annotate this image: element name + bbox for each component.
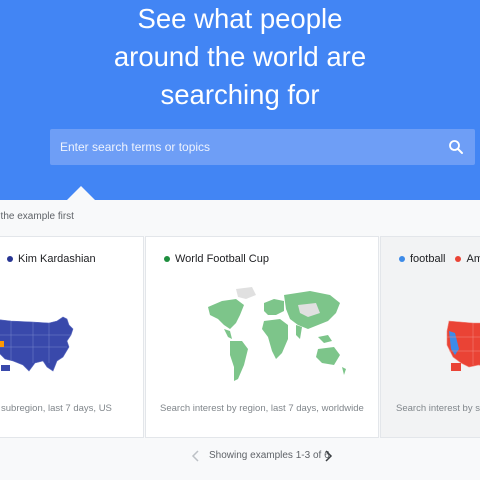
hero-title-line-1: See what people (137, 3, 343, 34)
pointer-caret (66, 186, 96, 201)
hero-title-line-2: around the world are (113, 41, 367, 72)
example-card-world-football-cup[interactable]: World Football Cup Search interest by re… (145, 236, 379, 438)
legend-dot (455, 256, 462, 262)
world-map (208, 287, 346, 381)
legend-label: Am (466, 253, 480, 265)
search-box[interactable] (50, 129, 475, 165)
legend-item: World Football Cup (164, 253, 269, 265)
examples-pager: Showing examples 1-3 of 6 (0, 448, 480, 464)
legend-item: Kim Kardashian (7, 253, 96, 265)
legend-label: World Football Cup (175, 253, 269, 265)
hero-title-line-3: searching for (160, 79, 320, 110)
search-input[interactable] (50, 129, 430, 165)
example-card-football[interactable]: football Am Search interest by su (380, 236, 480, 438)
card-legend: World Football Cup (164, 253, 279, 265)
us-map (446, 320, 480, 371)
card-caption: Search interest by su (396, 403, 480, 414)
legend-label: Kim Kardashian (18, 253, 96, 265)
example-card-kim-kardashian[interactable]: Kim Kardashian subregion, last 7 days, U… (0, 236, 144, 438)
legend-item: football (399, 253, 445, 265)
legend-item: Am (455, 253, 480, 265)
chevron-left-icon[interactable] (190, 449, 202, 463)
pager-status: Showing examples 1-3 of 6 (209, 450, 330, 461)
chevron-right-icon[interactable] (322, 449, 334, 463)
legend-dot (7, 256, 13, 262)
hero-title: See what people around the world are sea… (0, 0, 480, 114)
us-map (0, 316, 74, 372)
legend-dot (164, 256, 170, 262)
hero-banner: See what people around the world are sea… (0, 0, 480, 200)
legend-label: football (410, 253, 446, 265)
card-legend: Kim Kardashian (7, 253, 106, 265)
legend-dot (399, 256, 405, 262)
search-icon[interactable] (447, 138, 465, 156)
card-caption: subregion, last 7 days, US (1, 403, 112, 414)
examples-intro-text: t the example first (0, 211, 74, 222)
card-legend: football Am (399, 253, 480, 265)
card-caption: Search interest by region, last 7 days, … (160, 403, 364, 414)
